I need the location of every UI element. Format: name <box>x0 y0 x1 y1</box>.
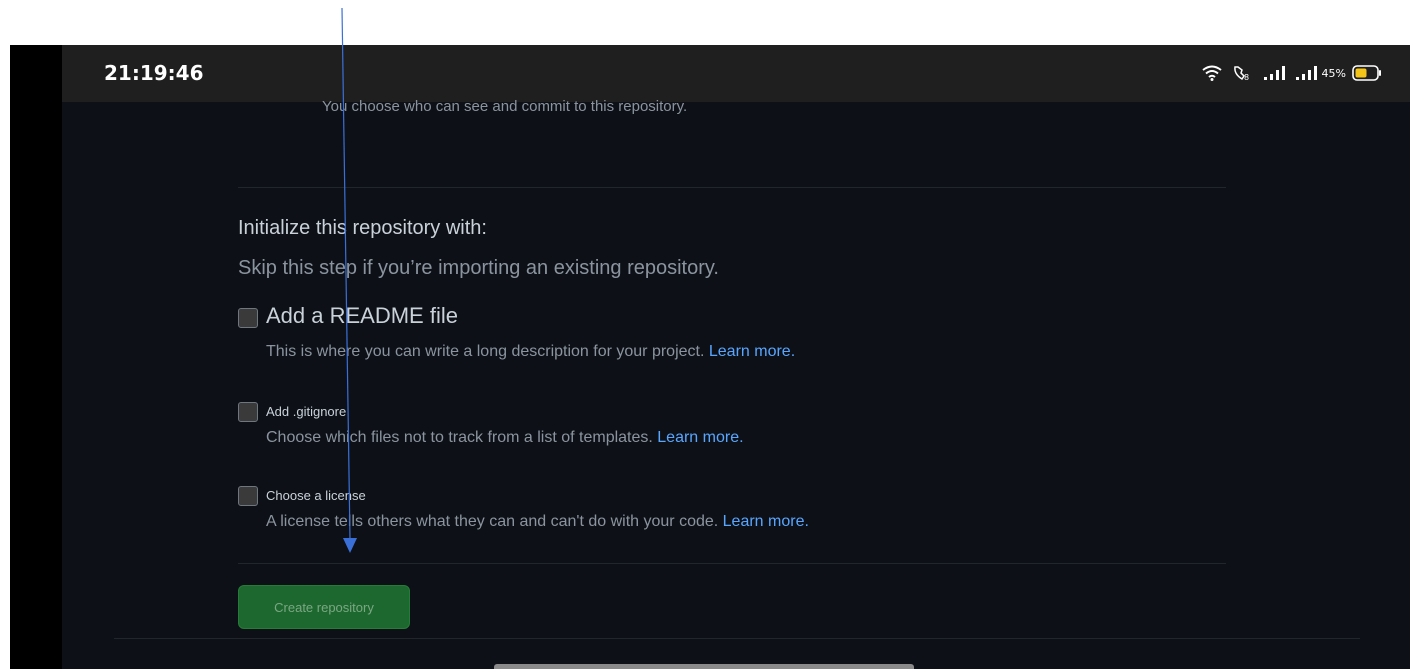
initialize-heading: Initialize this repository with: <box>238 217 487 239</box>
readme-description-text: This is where you can write a long descr… <box>266 343 705 360</box>
signal-icon <box>1263 66 1286 80</box>
battery-icon <box>1352 65 1382 81</box>
divider <box>238 563 1226 564</box>
status-time: 21:19:46 <box>104 61 204 85</box>
wifi-calling-icon: 8 <box>1232 64 1254 82</box>
create-repository-button[interactable]: Create repository <box>238 585 410 629</box>
gitignore-checkbox[interactable] <box>238 402 258 422</box>
status-bar: 21:19:46 8 45% <box>62 45 1410 102</box>
system-icons: 8 45% <box>1201 62 1382 84</box>
readme-title[interactable]: Add a README file <box>266 303 458 329</box>
readme-description: This is where you can write a long descr… <box>266 343 795 361</box>
license-title[interactable]: Choose a license <box>266 488 366 503</box>
gitignore-learn-more-link[interactable]: Learn more. <box>657 429 743 446</box>
battery-percent: 45% <box>1321 66 1346 80</box>
readme-learn-more-link[interactable]: Learn more. <box>709 343 795 360</box>
license-learn-more-link[interactable]: Learn more. <box>723 513 809 530</box>
wifi-icon <box>1201 65 1222 81</box>
license-checkbox[interactable] <box>238 486 258 506</box>
license-description-text: A license tells others what they can and… <box>266 513 719 530</box>
readme-checkbox[interactable] <box>238 308 258 328</box>
visibility-note: You choose who can see and commit to thi… <box>322 98 688 115</box>
license-description: A license tells others what they can and… <box>266 513 809 531</box>
screen: 21:19:46 8 45% You choose who can see an… <box>62 45 1410 669</box>
divider <box>238 187 1226 188</box>
gitignore-title[interactable]: Add .gitignore <box>266 404 346 419</box>
signal-icon <box>1295 66 1318 80</box>
gitignore-description: Choose which files not to track from a l… <box>266 429 744 447</box>
navigation-handle[interactable] <box>494 664 914 669</box>
phone-frame: 21:19:46 8 45% You choose who can see an… <box>10 45 1410 669</box>
svg-text:8: 8 <box>1244 73 1249 82</box>
page-divider <box>114 638 1360 639</box>
initialize-hint: Skip this step if you’re importing an ex… <box>238 257 719 279</box>
gitignore-description-text: Choose which files not to track from a l… <box>266 429 653 446</box>
